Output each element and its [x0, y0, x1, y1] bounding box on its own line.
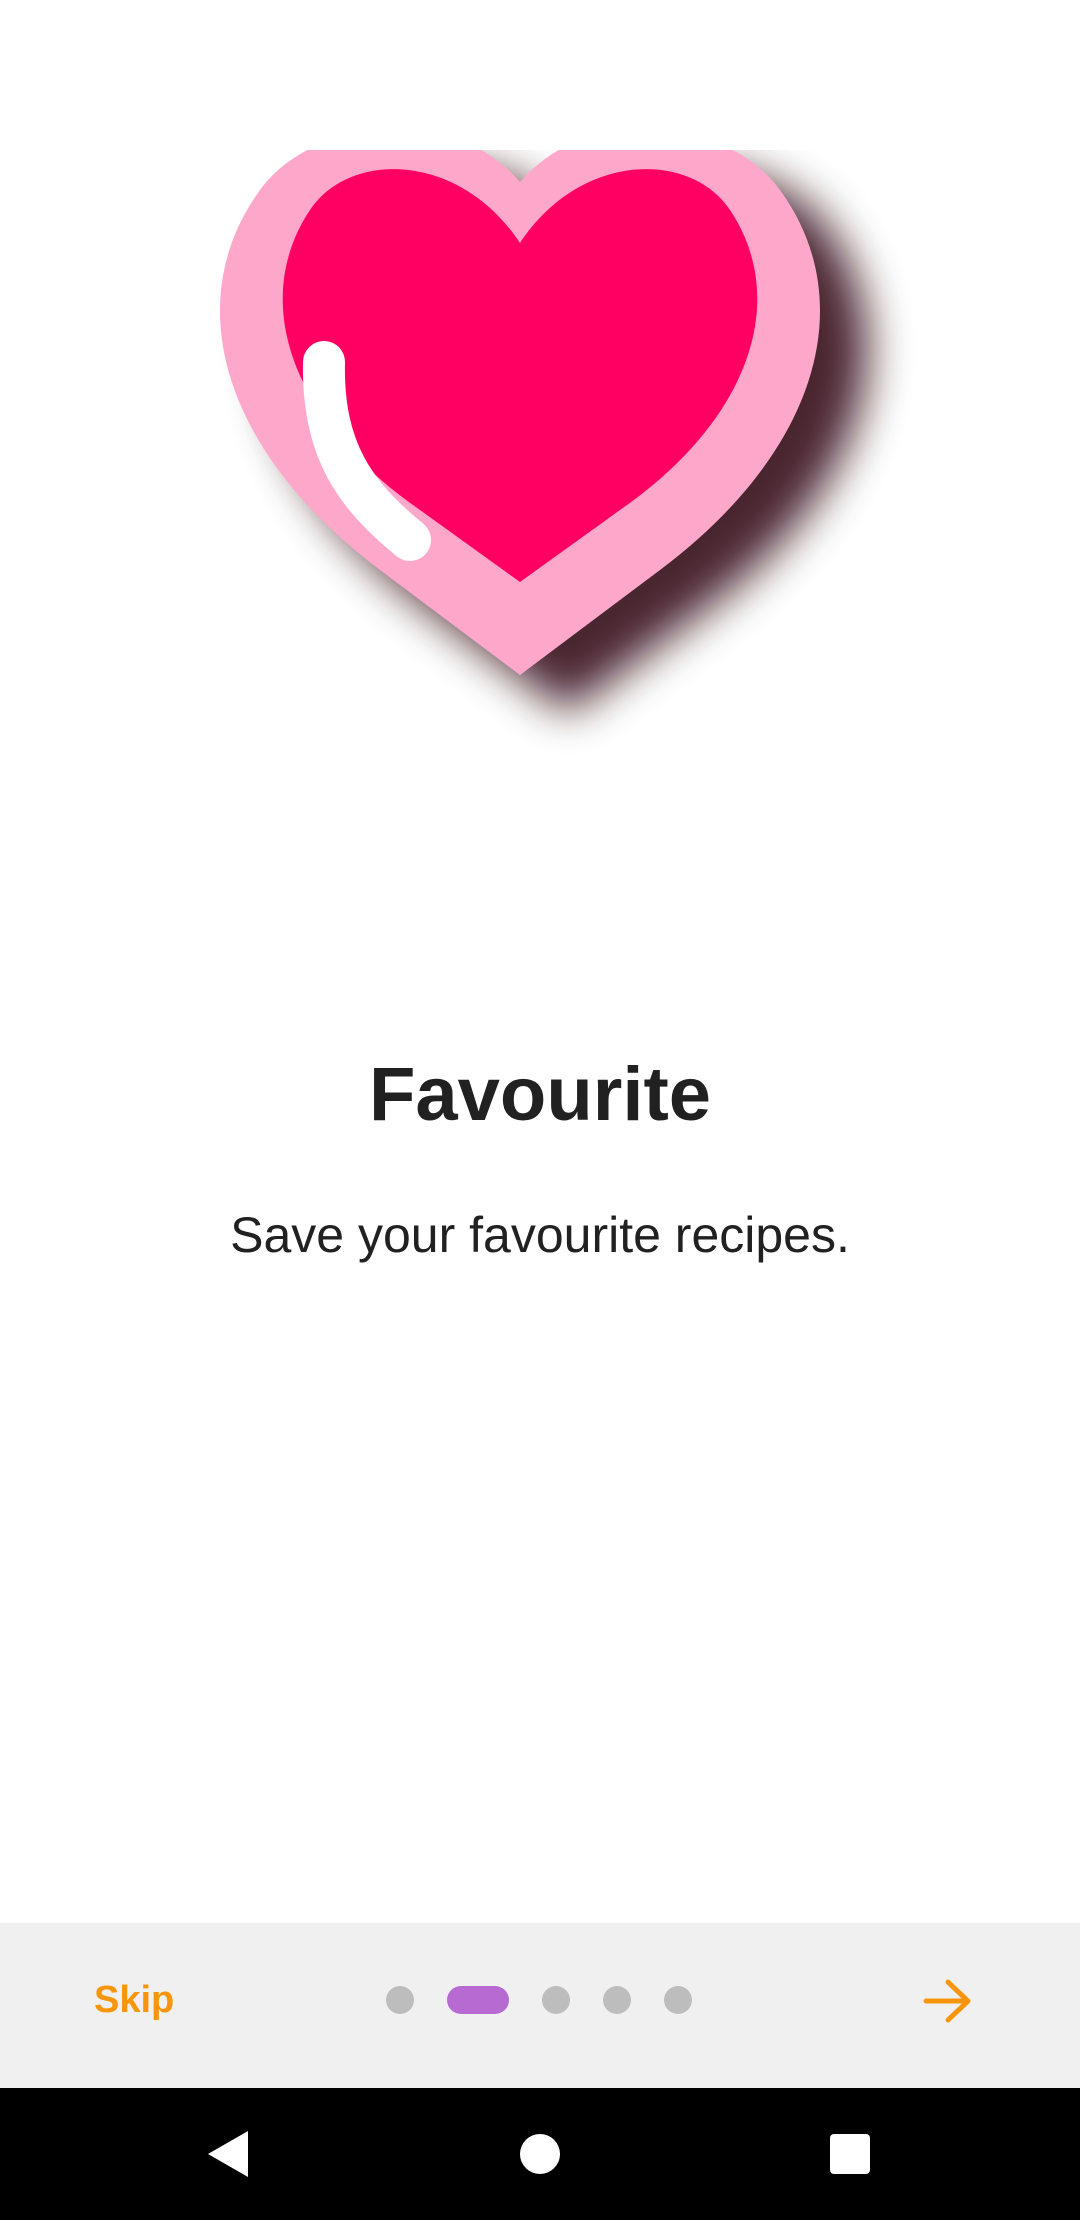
system-navigation-bar [0, 2088, 1080, 2220]
back-triangle-icon [208, 2131, 248, 2177]
hero-illustration [0, 0, 1080, 900]
page-indicator-dot-5[interactable] [664, 1986, 692, 2014]
home-circle-icon [520, 2134, 560, 2174]
next-button[interactable] [918, 1963, 978, 2039]
skip-button[interactable]: Skip [94, 1975, 174, 2025]
back-button[interactable] [195, 2122, 259, 2186]
onboarding-screen: Favourite Save your favourite recipes. S… [0, 0, 1080, 2220]
arrow-right-icon [923, 1979, 971, 2023]
page-indicator-dot-1[interactable] [386, 1986, 414, 2014]
home-button[interactable] [508, 2122, 572, 2186]
page-indicator-dot-3[interactable] [542, 1986, 570, 2014]
page-subtitle: Save your favourite recipes. [230, 1207, 850, 1263]
page-indicator-dot-4[interactable] [603, 1986, 631, 2014]
page-indicator [386, 1986, 692, 2014]
recents-button[interactable] [818, 2122, 882, 2186]
recents-square-icon [830, 2134, 870, 2174]
onboarding-bottom-bar: Skip [0, 1923, 1080, 2088]
heart-icon [220, 150, 868, 713]
page-title: Favourite [368, 1052, 712, 1137]
page-indicator-dot-2-active[interactable] [447, 1986, 509, 2014]
